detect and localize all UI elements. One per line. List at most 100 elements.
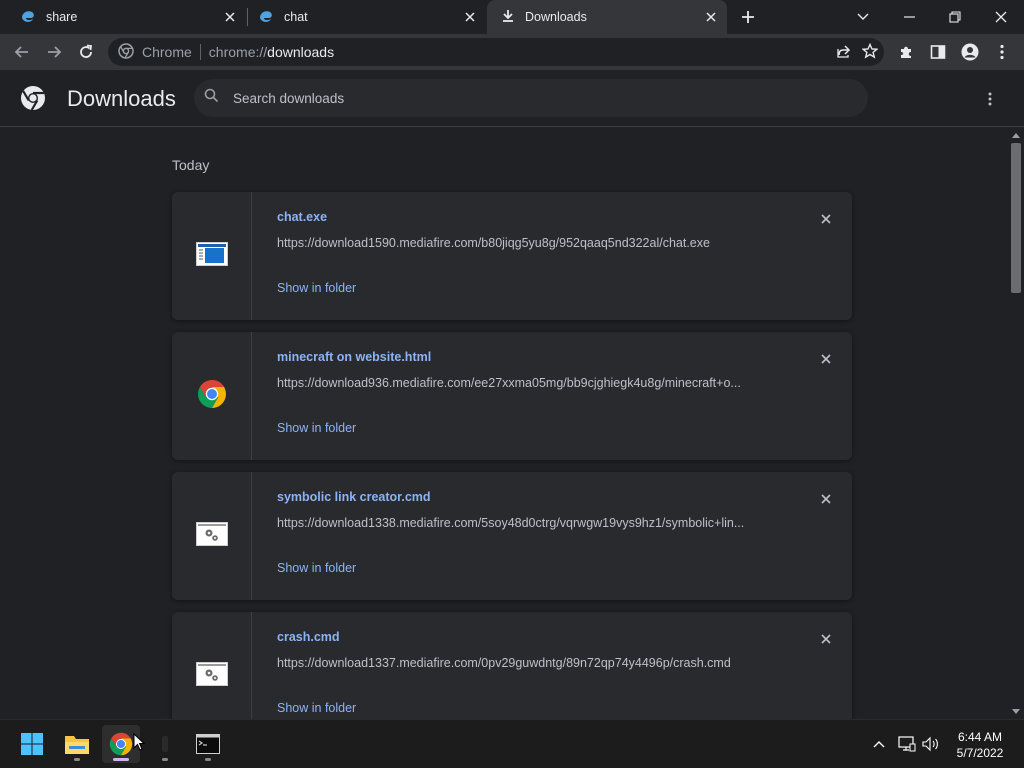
scroll-up-arrow-icon[interactable] — [1008, 129, 1024, 141]
date-section-label: Today — [172, 157, 210, 173]
edge-swirl-icon — [20, 8, 36, 27]
start-button[interactable] — [13, 725, 51, 763]
extensions-button[interactable] — [892, 38, 920, 66]
file-icon-column — [172, 192, 252, 320]
taskbar-command-prompt[interactable] — [189, 725, 227, 763]
download-icon — [501, 9, 515, 26]
file-icon-column — [172, 332, 252, 460]
star-icon[interactable] — [861, 42, 879, 62]
tab-title: Downloads — [525, 10, 587, 24]
app-icon — [162, 736, 168, 752]
download-item: chat.exe https://download1590.mediafire.… — [172, 192, 852, 320]
close-icon[interactable] — [703, 9, 719, 25]
close-icon — [995, 11, 1007, 23]
tab-strip: share chat Downloads — [0, 0, 1024, 34]
close-icon[interactable] — [462, 9, 478, 25]
remove-item-button[interactable] — [817, 210, 835, 228]
file-name-link[interactable]: crash.cmd — [277, 630, 340, 644]
remove-item-button[interactable] — [817, 630, 835, 648]
close-window-button[interactable] — [978, 0, 1024, 34]
remove-item-button[interactable] — [817, 490, 835, 508]
side-panel-icon — [930, 45, 946, 59]
close-icon[interactable] — [222, 9, 238, 25]
browser-menu-button[interactable] — [988, 38, 1016, 66]
taskbar-app-hidden[interactable] — [146, 725, 184, 763]
forward-button[interactable] — [40, 38, 68, 66]
arrow-right-icon — [48, 46, 62, 58]
chrome-site-icon — [118, 42, 134, 62]
browser-toolbar: Chrome chrome://downloads — [0, 34, 1024, 70]
page-title: Downloads — [67, 86, 176, 111]
search-bar[interactable] — [194, 79, 868, 117]
site-label: Chrome — [142, 44, 192, 60]
tab-title: share — [46, 10, 78, 24]
reload-icon — [80, 44, 93, 58]
plus-icon — [742, 11, 754, 23]
show-in-folder-link[interactable]: Show in folder — [277, 561, 356, 575]
url-host: downloads — [267, 44, 335, 60]
chevron-up-icon — [873, 741, 885, 748]
network-icon[interactable] — [895, 732, 919, 756]
share-icon[interactable] — [836, 43, 852, 62]
file-url-link[interactable]: https://download1338.mediafire.com/5soy4… — [277, 516, 744, 530]
running-indicator — [162, 758, 168, 761]
restore-icon — [949, 11, 961, 23]
running-indicator — [205, 758, 211, 761]
volume-icon[interactable] — [919, 732, 943, 756]
downloads-menu-button[interactable] — [978, 87, 1002, 111]
running-indicator — [74, 758, 80, 761]
tab-downloads[interactable]: Downloads — [487, 0, 727, 34]
restore-button[interactable] — [932, 0, 978, 34]
taskbar-file-explorer[interactable] — [58, 725, 96, 763]
close-icon — [821, 214, 831, 224]
minimize-icon — [903, 16, 915, 18]
show-in-folder-link[interactable]: Show in folder — [277, 701, 356, 715]
chrome-icon — [197, 379, 227, 414]
kebab-icon — [1000, 44, 1004, 60]
show-in-folder-link[interactable]: Show in folder — [277, 281, 356, 295]
reload-button[interactable] — [72, 38, 100, 66]
file-url-link[interactable]: https://download1337.mediafire.com/0pv29… — [277, 656, 731, 670]
edge-swirl-icon — [258, 8, 274, 27]
remove-item-button[interactable] — [817, 350, 835, 368]
download-item: crash.cmd https://download1337.mediafire… — [172, 612, 852, 719]
file-name-link[interactable]: chat.exe — [277, 210, 327, 224]
file-icon-column — [172, 612, 252, 719]
chrome-icon — [109, 732, 133, 756]
person-icon — [961, 43, 979, 61]
file-url-link[interactable]: https://download936.mediafire.com/ee27xx… — [277, 376, 741, 390]
tab-search-button[interactable] — [840, 0, 886, 34]
running-indicator — [113, 758, 129, 761]
new-tab-button[interactable] — [736, 5, 760, 29]
search-icon — [204, 88, 219, 108]
url-scheme: chrome:// — [208, 44, 268, 60]
file-name-link[interactable]: symbolic link creator.cmd — [277, 490, 431, 504]
chevron-down-icon — [857, 13, 869, 20]
address-bar[interactable]: Chrome chrome://downloads — [108, 38, 884, 66]
exe-window-icon — [195, 241, 228, 271]
search-input[interactable] — [233, 90, 833, 106]
side-panel-button[interactable] — [924, 38, 952, 66]
scroll-thumb[interactable] — [1011, 143, 1021, 293]
minimize-button[interactable] — [886, 0, 932, 34]
system-clock[interactable]: 6:44 AM 5/7/2022 — [944, 729, 1016, 761]
tab-chat[interactable]: chat — [248, 0, 486, 34]
download-item: symbolic link creator.cmd https://downlo… — [172, 472, 852, 600]
clock-date: 5/7/2022 — [956, 746, 1004, 760]
profile-button[interactable] — [956, 38, 984, 66]
omnibox-divider — [199, 44, 201, 60]
close-icon — [821, 354, 831, 364]
vertical-scrollbar[interactable] — [1008, 127, 1024, 719]
back-button[interactable] — [8, 38, 36, 66]
kebab-icon — [988, 92, 992, 106]
puzzle-icon — [901, 46, 911, 58]
show-in-folder-link[interactable]: Show in folder — [277, 421, 356, 435]
mouse-cursor-icon — [133, 732, 146, 756]
file-name-link[interactable]: minecraft on website.html — [277, 350, 431, 364]
tab-title: chat — [284, 10, 308, 24]
scroll-down-arrow-icon[interactable] — [1008, 705, 1024, 717]
tab-share[interactable]: share — [0, 0, 246, 34]
file-url-link[interactable]: https://download1590.mediafire.com/b80ji… — [277, 236, 710, 250]
cmd-gears-icon — [195, 521, 228, 551]
show-hidden-icons-button[interactable] — [867, 732, 891, 756]
